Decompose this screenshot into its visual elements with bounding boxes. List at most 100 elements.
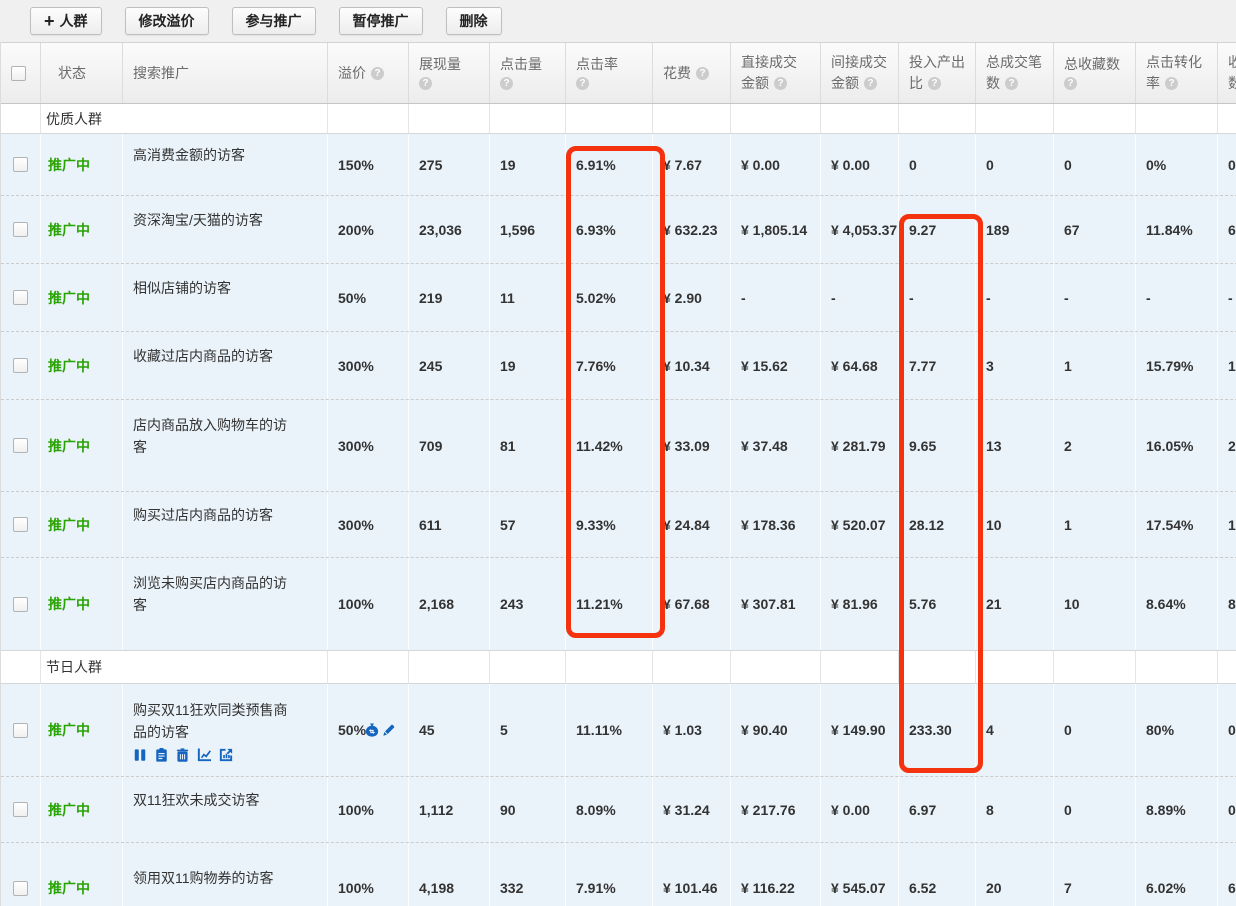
row-checkbox[interactable] xyxy=(13,517,28,532)
cell-premium: 100% xyxy=(328,777,409,842)
cell-checkbox xyxy=(1,684,41,776)
pause-icon[interactable] xyxy=(133,748,147,762)
cell-indirect: ¥ 149.90 xyxy=(821,684,899,776)
column-header-indirect: 间接成交金额? xyxy=(821,43,899,103)
row-checkbox[interactable] xyxy=(13,157,28,172)
modify-premium-button[interactable]: 修改溢价 xyxy=(125,7,209,35)
help-icon[interactable]: ? xyxy=(419,77,432,90)
row-checkbox[interactable] xyxy=(13,358,28,373)
cell-roi: - xyxy=(899,264,976,331)
name-spacer xyxy=(133,526,273,546)
add-audience-button[interactable]: + 人群 xyxy=(30,7,102,35)
row-checkbox[interactable] xyxy=(13,597,28,612)
cell-cost: ¥ 10.34 xyxy=(653,332,731,399)
help-icon[interactable]: ? xyxy=(928,77,941,90)
cell-impressions: 611 xyxy=(409,492,490,557)
clipboard-icon[interactable] xyxy=(155,748,168,762)
name-spacer xyxy=(133,231,263,251)
premium-value: 50% xyxy=(338,722,366,738)
cell-orders: 3 xyxy=(976,332,1054,399)
cell-orders: 8 xyxy=(976,777,1054,842)
audience-section: 优质人群推广中高消费金额的访客150%275196.91%¥ 7.67¥ 0.0… xyxy=(1,104,1236,650)
help-icon[interactable]: ? xyxy=(1165,77,1178,90)
cell-indirect: ¥ 0.00 xyxy=(821,134,899,195)
group-row-spacer xyxy=(1,651,41,683)
group-row-cell xyxy=(1054,104,1136,133)
cell-orders: 21 xyxy=(976,558,1054,650)
status-text: 推广中 xyxy=(48,155,90,175)
name-spacer xyxy=(133,811,260,831)
cell-conv: 8.89% xyxy=(1136,777,1218,842)
help-icon[interactable]: ? xyxy=(1064,77,1077,90)
cell-cost: ¥ 101.46 xyxy=(653,843,731,906)
cell-conv: 6.02% xyxy=(1136,843,1218,906)
group-row-cell xyxy=(328,651,409,683)
row-checkbox[interactable] xyxy=(13,290,28,305)
select-all-checkbox[interactable] xyxy=(11,66,26,81)
cell-roi: 6.52 xyxy=(899,843,976,906)
cell-orders: 189 xyxy=(976,196,1054,263)
trash-icon[interactable] xyxy=(176,748,189,762)
cell-status: 推广中 xyxy=(41,400,123,491)
modify-premium-button-label: 修改溢价 xyxy=(139,11,195,31)
cell-premium: 200% xyxy=(328,196,409,263)
help-icon[interactable]: ? xyxy=(500,77,513,90)
group-label: 节日人群 xyxy=(41,651,328,683)
audience-table: 状态搜索推广溢价?展现量?点击量?点击率?花费?直接成交金额?间接成交金额?投入… xyxy=(0,42,1236,906)
money-bag-icon[interactable] xyxy=(364,723,380,737)
line-chart-icon[interactable] xyxy=(197,748,211,762)
report-icon[interactable] xyxy=(219,748,233,762)
group-row-cell xyxy=(731,104,821,133)
cell-indirect: ¥ 545.07 xyxy=(821,843,899,906)
cell-clicks: 19 xyxy=(490,134,566,195)
cell-status: 推广中 xyxy=(41,196,123,263)
status-text: 推广中 xyxy=(48,436,90,456)
row-checkbox[interactable] xyxy=(13,881,28,896)
help-icon[interactable]: ? xyxy=(696,67,709,80)
column-header-clicks: 点击量? xyxy=(490,43,566,103)
pause-promotion-button[interactable]: 暂停推广 xyxy=(339,7,423,35)
row-checkbox[interactable] xyxy=(13,723,28,738)
audience-name: 高消费金额的访客 xyxy=(133,144,245,166)
help-icon[interactable]: ? xyxy=(576,77,589,90)
delete-button[interactable]: 删除 xyxy=(446,7,502,35)
join-promotion-button[interactable]: 参与推广 xyxy=(232,7,316,35)
cell-orders: - xyxy=(976,264,1054,331)
premium-value: 300% xyxy=(338,358,374,374)
edit-icon[interactable] xyxy=(382,723,396,737)
status-text: 推广中 xyxy=(48,594,90,614)
cell-indirect: ¥ 0.00 xyxy=(821,777,899,842)
plus-icon: + xyxy=(44,14,55,28)
cell-name: 高消费金额的访客 xyxy=(123,134,328,195)
cell-roi: 9.27 xyxy=(899,196,976,263)
help-icon[interactable]: ? xyxy=(1005,77,1018,90)
cell-ctr: 9.33% xyxy=(566,492,653,557)
row-checkbox[interactable] xyxy=(13,438,28,453)
group-row-spacer xyxy=(1,104,41,133)
cell-roi: 5.76 xyxy=(899,558,976,650)
cell-clicks: 5 xyxy=(490,684,566,776)
table-row: 推广中浏览未购买店内商品的访客100%2,16824311.21%¥ 67.68… xyxy=(1,558,1236,650)
cell-premium: 300% xyxy=(328,332,409,399)
cell-extra: 0 xyxy=(1218,684,1236,776)
cell-indirect: ¥ 4,053.37 xyxy=(821,196,899,263)
toolbar: + 人群 修改溢价 参与推广暂停推广删除 xyxy=(0,0,1236,42)
group-row-cell xyxy=(1136,104,1218,133)
help-icon[interactable]: ? xyxy=(774,77,787,90)
add-audience-button-label: 人群 xyxy=(60,11,88,31)
audience-name: 领用双11购物券的访客 xyxy=(133,867,274,889)
row-checkbox[interactable] xyxy=(13,222,28,237)
cell-status: 推广中 xyxy=(41,134,123,195)
help-icon[interactable]: ? xyxy=(864,77,877,90)
cell-ctr: 7.91% xyxy=(566,843,653,906)
cell-extra: 2 xyxy=(1218,400,1236,491)
cell-roi: 28.12 xyxy=(899,492,976,557)
row-action-icons xyxy=(133,748,293,762)
row-checkbox[interactable] xyxy=(13,802,28,817)
cell-impressions: 245 xyxy=(409,332,490,399)
audience-name: 购买过店内商品的访客 xyxy=(133,504,273,526)
status-text: 推广中 xyxy=(48,800,90,820)
help-icon[interactable]: ? xyxy=(371,67,384,80)
group-row-cell xyxy=(490,104,566,133)
cell-name: 浏览未购买店内商品的访客 xyxy=(123,558,328,650)
